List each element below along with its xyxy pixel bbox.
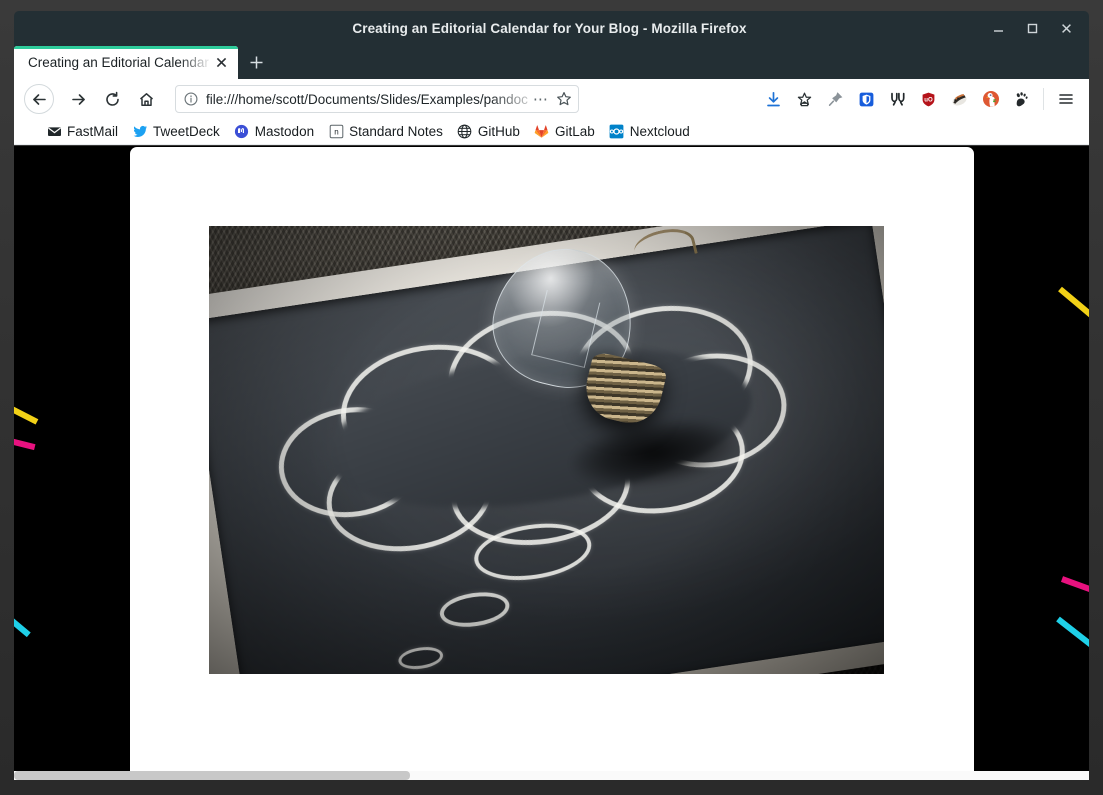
app-menu-button[interactable] (1050, 84, 1081, 114)
slide-photo (209, 226, 884, 674)
pin-icon[interactable] (820, 84, 851, 114)
tab-strip: Creating an Editorial Calendar for Your … (14, 46, 1089, 79)
standard-notes-icon: n (328, 124, 344, 140)
maximize-button[interactable] (1015, 11, 1049, 46)
accent-line-yellow-left (14, 398, 38, 424)
accent-line-magenta-left (14, 434, 35, 450)
bitwarden-icon[interactable] (851, 84, 882, 114)
bookmark-nextcloud[interactable]: Nextcloud (609, 124, 690, 140)
twitter-bird-icon (132, 124, 148, 140)
pocket-icon[interactable] (789, 84, 820, 114)
downloads-icon[interactable] (758, 84, 789, 114)
close-button[interactable] (1049, 11, 1083, 46)
tab-close-icon[interactable] (212, 54, 230, 72)
back-button[interactable] (24, 84, 54, 114)
accent-line-magenta-right (1061, 576, 1089, 598)
nextcloud-icon (609, 124, 625, 140)
home-button[interactable] (129, 82, 163, 116)
minimize-button[interactable] (981, 11, 1015, 46)
slide-card (130, 147, 974, 778)
bookmark-label: GitLab (555, 124, 595, 139)
page-actions-button[interactable]: ⋯ (528, 90, 554, 108)
ublock-origin-icon[interactable]: uO (913, 84, 944, 114)
window-title: Creating an Editorial Calendar for Your … (118, 21, 981, 36)
page-viewport (14, 146, 1089, 780)
accent-line-cyan-right (1056, 617, 1089, 655)
envelope-icon (46, 124, 62, 140)
bookmark-fastmail[interactable]: FastMail (46, 124, 118, 140)
reload-button[interactable] (95, 82, 129, 116)
browser-window: Creating an Editorial Calendar for Your … (0, 0, 1103, 795)
navigation-toolbar: file:///home/scott/Documents/Slides/Exam… (14, 79, 1089, 119)
tab-editorial-calendar[interactable]: Creating an Editorial Calendar for Your … (14, 46, 238, 79)
bookmark-label: Standard Notes (349, 124, 443, 139)
bookmark-label: FastMail (67, 124, 118, 139)
bookmark-mastodon[interactable]: Mastodon (234, 124, 314, 140)
privacy-badger-icon[interactable] (944, 84, 975, 114)
tab-label: Creating an Editorial Calendar for Your … (28, 55, 212, 70)
accent-line-cyan-left (14, 602, 31, 637)
bookmark-label: Mastodon (255, 124, 314, 139)
bookmark-label: Nextcloud (630, 124, 690, 139)
url-bar[interactable]: file:///home/scott/Documents/Slides/Exam… (175, 85, 579, 113)
wallabag-icon[interactable] (882, 84, 913, 114)
horizontal-scrollbar-thumb[interactable] (14, 771, 410, 780)
photo-vignette (209, 226, 884, 674)
info-circle-icon[interactable] (184, 92, 198, 106)
bookmark-gitlab[interactable]: GitLab (534, 124, 595, 140)
svg-text:n: n (334, 128, 338, 137)
title-bar: Creating an Editorial Calendar for Your … (14, 11, 1089, 46)
bookmark-label: GitHub (478, 124, 520, 139)
duckduckgo-icon[interactable] (975, 84, 1006, 114)
bookmark-label: TweetDeck (153, 124, 220, 139)
mastodon-icon (234, 124, 250, 140)
toolbar-divider (1043, 88, 1044, 110)
star-outline-icon[interactable] (554, 91, 572, 107)
horizontal-scrollbar[interactable] (14, 771, 1089, 780)
bookmark-standard-notes[interactable]: n Standard Notes (328, 124, 443, 140)
forward-button[interactable] (61, 82, 95, 116)
bookmark-github[interactable]: GitHub (457, 124, 520, 140)
bookmark-tweetdeck[interactable]: TweetDeck (132, 124, 220, 140)
svg-text:uO: uO (924, 96, 933, 103)
new-tab-button[interactable] (238, 46, 274, 79)
accent-line-yellow-right (1058, 287, 1089, 325)
globe-icon (457, 124, 473, 140)
url-text[interactable]: file:///home/scott/Documents/Slides/Exam… (206, 92, 528, 107)
bookmarks-bar: FastMail TweetDeck Mastodon n Standard N… (14, 119, 1089, 145)
gitlab-tanuki-icon (534, 124, 550, 140)
gnome-shell-icon[interactable] (1006, 84, 1037, 114)
